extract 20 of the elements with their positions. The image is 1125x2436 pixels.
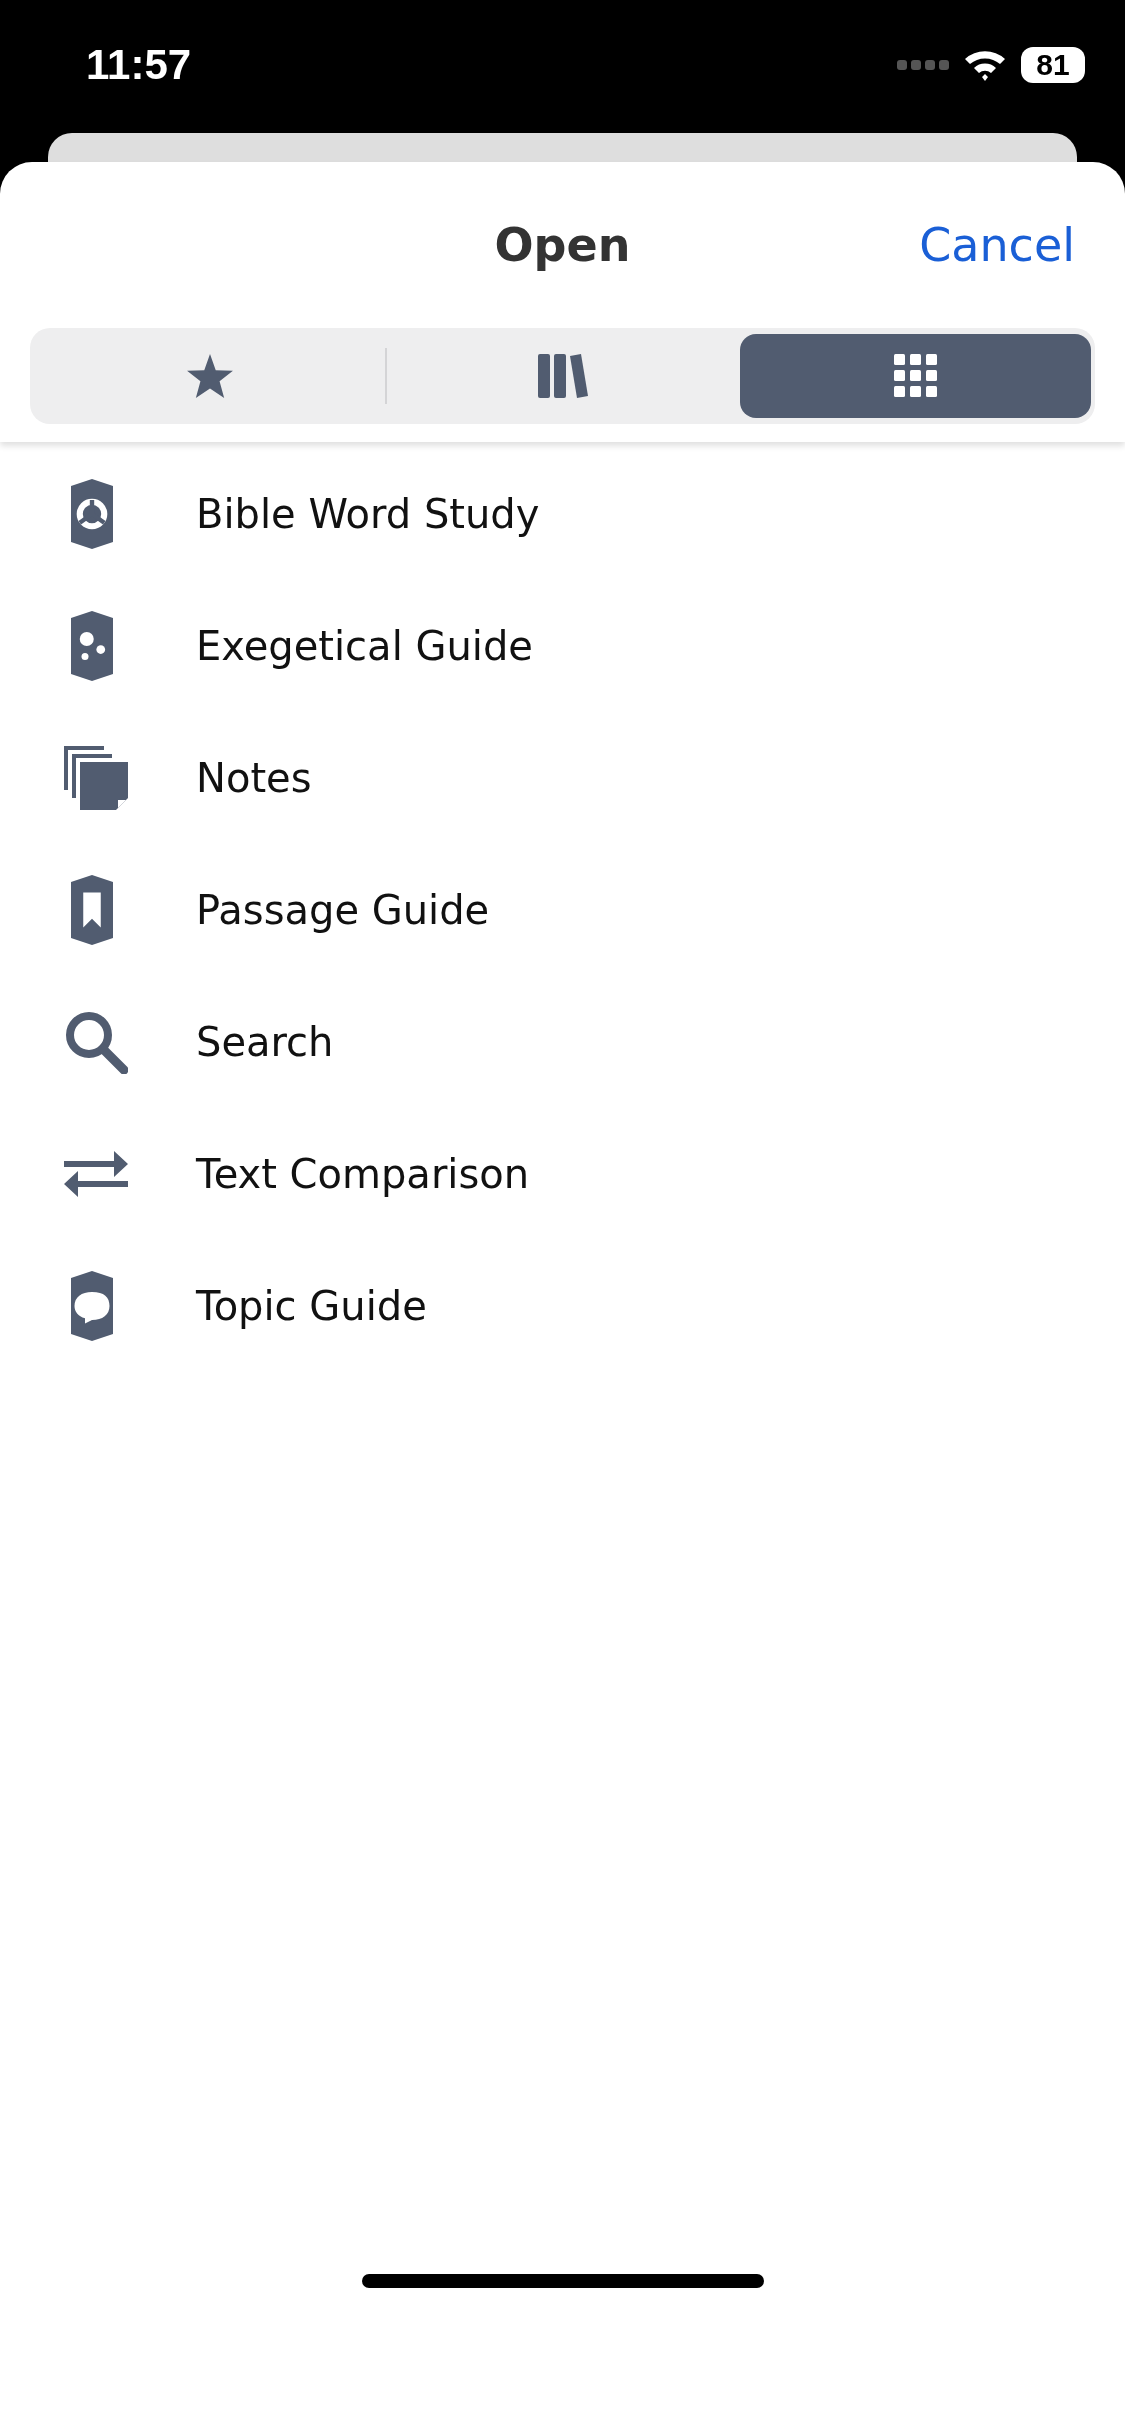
tool-item[interactable]: Topic Guide (0, 1240, 1125, 1372)
cancel-button[interactable]: Cancel (919, 218, 1075, 272)
tool-item[interactable]: Search (0, 976, 1125, 1108)
books-icon (537, 354, 588, 398)
swap-arrows-icon (64, 1149, 128, 1199)
tool-item[interactable]: Text Comparison (0, 1108, 1125, 1240)
tool-item[interactable]: Notes (0, 712, 1125, 844)
wifi-icon (963, 48, 1007, 82)
tool-item[interactable]: Passage Guide (0, 844, 1125, 976)
star-icon (186, 354, 233, 398)
status-time: 11:57 (86, 41, 192, 89)
battery-icon: 81 (1021, 47, 1085, 83)
segment-tab[interactable] (740, 334, 1091, 418)
signal-icon (897, 58, 949, 72)
search-icon (64, 1010, 128, 1074)
tool-item[interactable]: Bible Word Study (0, 448, 1125, 580)
notes-icon (64, 746, 128, 810)
grid-icon (893, 354, 938, 398)
sheet-title: Open (494, 218, 631, 272)
tool-item[interactable]: Exegetical Guide (0, 580, 1125, 712)
